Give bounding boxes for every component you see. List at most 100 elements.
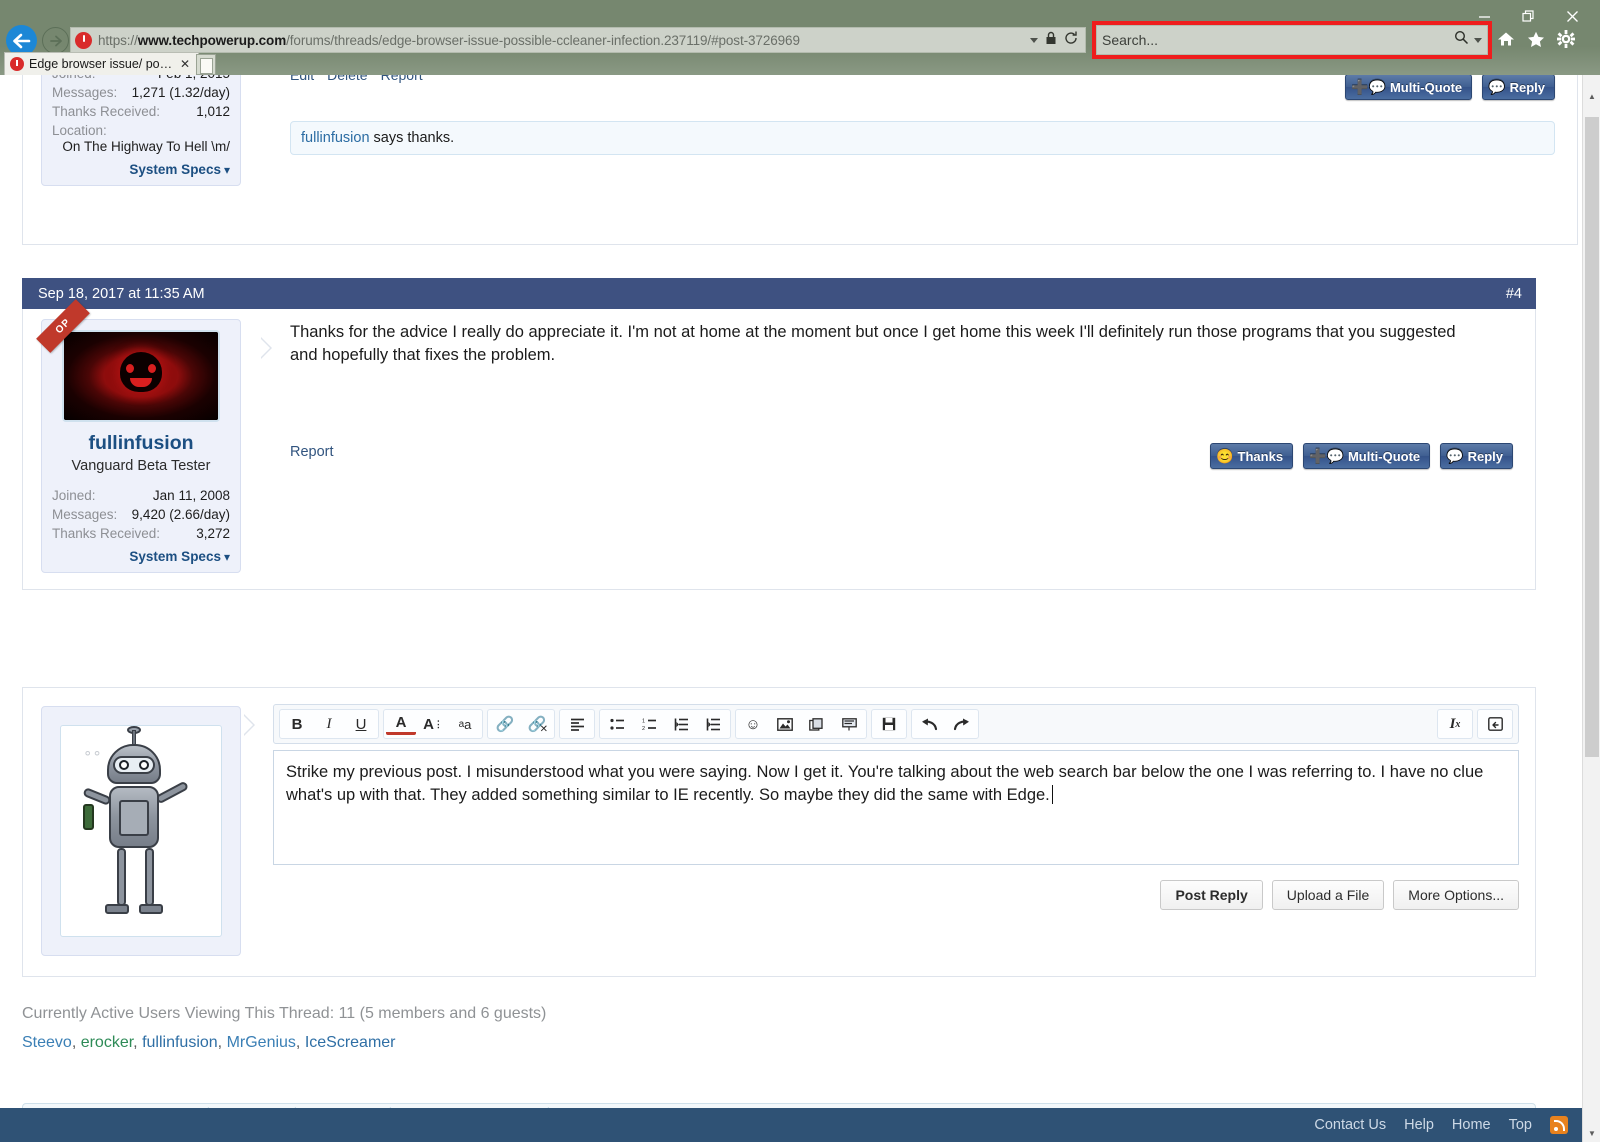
font-size-icon[interactable]: A ⋮ bbox=[418, 711, 448, 737]
stat-label: Joined: bbox=[52, 488, 96, 503]
address-bar[interactable]: https://www.techpowerup.com/forums/threa… bbox=[70, 27, 1086, 53]
reply-button[interactable]: 💬 Reply bbox=[1482, 75, 1555, 100]
more-options-button[interactable]: More Options... bbox=[1393, 880, 1519, 910]
page-footer: Contact Us Help Home Top bbox=[0, 1108, 1582, 1142]
close-button[interactable] bbox=[1550, 2, 1594, 30]
search-icon[interactable] bbox=[1454, 30, 1469, 50]
reply-textarea[interactable]: Strike my previous post. I misunderstood… bbox=[273, 750, 1519, 865]
system-specs-toggle-post4[interactable]: System Specs ▾ bbox=[52, 549, 230, 564]
toolbar-group-bbcode bbox=[1477, 709, 1513, 739]
report-link-post4[interactable]: Report bbox=[290, 444, 334, 460]
outdent-icon[interactable] bbox=[666, 711, 696, 737]
chevron-down-icon[interactable] bbox=[1030, 37, 1038, 43]
align-icon[interactable] bbox=[562, 711, 592, 737]
avatar-eye-left bbox=[119, 760, 129, 770]
avatar[interactable] bbox=[62, 330, 220, 422]
active-user-link[interactable]: IceScreamer bbox=[305, 1034, 396, 1051]
footer-link-top[interactable]: Top bbox=[1509, 1117, 1532, 1133]
indent-icon[interactable] bbox=[698, 711, 728, 737]
bold-icon[interactable]: B bbox=[282, 711, 312, 737]
underline-icon[interactable]: U bbox=[346, 711, 376, 737]
post-bubble-arrow bbox=[260, 337, 272, 359]
avatar-foot-right bbox=[139, 904, 163, 914]
report-link[interactable]: Report bbox=[381, 75, 423, 83]
remove-formatting-icon[interactable]: Ix bbox=[1440, 711, 1470, 737]
search-input[interactable]: Search... bbox=[1102, 32, 1454, 48]
footer-link-home[interactable]: Home bbox=[1452, 1117, 1491, 1133]
reply-label: Reply bbox=[1509, 79, 1545, 95]
stat-label: Joined: bbox=[52, 75, 96, 81]
stat-thanks: Thanks Received: 1,012 bbox=[52, 104, 230, 119]
insert-image-icon[interactable] bbox=[770, 711, 800, 737]
current-user-panel: ∘∘ bbox=[41, 706, 241, 956]
italic-icon[interactable]: I bbox=[314, 711, 344, 737]
footer-link-help[interactable]: Help bbox=[1404, 1117, 1434, 1133]
post-number[interactable]: #4 bbox=[1506, 286, 1522, 302]
current-user-avatar[interactable]: ∘∘ bbox=[60, 725, 222, 937]
forward-button[interactable] bbox=[42, 27, 69, 54]
thanks-user-link[interactable]: fullinfusion bbox=[301, 130, 370, 146]
insert-media-icon[interactable] bbox=[802, 711, 832, 737]
avatar-eye-right bbox=[139, 760, 149, 770]
refresh-icon[interactable] bbox=[1064, 31, 1078, 50]
stat-value: 3,272 bbox=[196, 526, 230, 541]
favorites-star-icon[interactable] bbox=[1527, 31, 1545, 51]
new-tab-button[interactable] bbox=[196, 54, 216, 75]
svg-text:2: 2 bbox=[642, 726, 645, 731]
insert-link-icon[interactable]: 🔗 bbox=[490, 711, 520, 737]
search-bar[interactable]: Search... bbox=[1096, 25, 1488, 55]
post-button-row-post4: 😊 Thanks ➕💬 Multi-Quote 💬 Reply bbox=[1210, 443, 1513, 469]
active-users-list: Steevo, erocker, fullinfusion, MrGenius,… bbox=[22, 1034, 396, 1051]
browser-tab[interactable]: Edge browser issue/ possibl... ✕ bbox=[4, 52, 199, 75]
restore-button[interactable] bbox=[1506, 2, 1550, 30]
rss-icon[interactable] bbox=[1550, 1116, 1568, 1134]
gear-icon[interactable] bbox=[1557, 30, 1575, 51]
toolbar-group-insert: ☺ bbox=[735, 709, 867, 739]
upload-file-button[interactable]: Upload a File bbox=[1271, 880, 1385, 910]
text-color-icon[interactable]: A bbox=[386, 713, 416, 735]
footer-link-contact-us[interactable]: Contact Us bbox=[1314, 1117, 1386, 1133]
active-user-link[interactable]: fullinfusion bbox=[142, 1034, 218, 1051]
multi-quote-button[interactable]: ➕💬 Multi-Quote bbox=[1303, 443, 1431, 469]
redo-icon[interactable] bbox=[946, 711, 976, 737]
stat-messages: Messages: 9,420 (2.66/day) bbox=[52, 507, 230, 522]
smilies-icon[interactable]: ☺ bbox=[738, 711, 768, 737]
scroll-up-arrow-icon[interactable]: ▲ bbox=[1583, 87, 1600, 105]
tab-close-icon[interactable]: ✕ bbox=[178, 57, 192, 71]
undo-icon[interactable] bbox=[914, 711, 944, 737]
toggle-bbcode-icon[interactable] bbox=[1480, 711, 1510, 737]
stat-value: 1,271 (1.32/day) bbox=[131, 85, 230, 100]
avatar-face-shape bbox=[120, 352, 162, 393]
insert-quote-icon[interactable] bbox=[834, 711, 864, 737]
post-reply-button[interactable]: Post Reply bbox=[1160, 880, 1263, 910]
bullet-list-icon[interactable] bbox=[602, 711, 632, 737]
toolbar-group-font: A A ⋮ aa bbox=[383, 709, 483, 739]
font-family-icon[interactable]: aa bbox=[450, 711, 480, 737]
multi-quote-button[interactable]: ➕💬 Multi-Quote bbox=[1345, 75, 1473, 100]
search-chevron-down-icon[interactable] bbox=[1474, 37, 1482, 43]
active-user-link[interactable]: MrGenius bbox=[227, 1034, 296, 1051]
edit-link[interactable]: Edit bbox=[290, 75, 314, 83]
reply-button[interactable]: 💬 Reply bbox=[1440, 443, 1513, 469]
system-specs-toggle-previous[interactable]: System Specs ▾ bbox=[52, 162, 230, 177]
toolbar-group-draft bbox=[871, 709, 907, 739]
remove-link-icon[interactable]: 🔗 ✕ bbox=[522, 711, 552, 737]
tab-title: Edge browser issue/ possibl... bbox=[29, 57, 173, 71]
stat-value: Feb 1, 2015 bbox=[158, 75, 230, 81]
post-date[interactable]: Sep 18, 2017 at 11:35 AM bbox=[38, 286, 205, 302]
page-scrollbar[interactable]: ▲ ▼ bbox=[1582, 75, 1600, 1142]
thanks-notice: fullinfusion says thanks. bbox=[290, 121, 1555, 155]
draft-save-icon[interactable] bbox=[874, 711, 904, 737]
numbered-list-icon[interactable]: 1 2 bbox=[634, 711, 664, 737]
scrollbar-thumb[interactable] bbox=[1585, 117, 1599, 757]
post-previous: Edit Delete Report ➕💬 Multi-Quote 💬 Reply … bbox=[22, 75, 1578, 245]
delete-link[interactable]: Delete bbox=[327, 75, 367, 83]
thanks-button[interactable]: 😊 Thanks bbox=[1210, 443, 1294, 469]
username-link[interactable]: fullinfusion bbox=[52, 432, 230, 455]
stat-messages: Messages: 1,271 (1.32/day) bbox=[52, 85, 230, 100]
scroll-down-arrow-icon[interactable]: ▼ bbox=[1583, 1124, 1600, 1142]
active-user-link[interactable]: Steevo bbox=[22, 1034, 72, 1051]
multi-quote-label: Multi-Quote bbox=[1347, 448, 1421, 464]
home-icon[interactable] bbox=[1497, 31, 1515, 50]
active-user-link[interactable]: erocker bbox=[81, 1034, 133, 1051]
